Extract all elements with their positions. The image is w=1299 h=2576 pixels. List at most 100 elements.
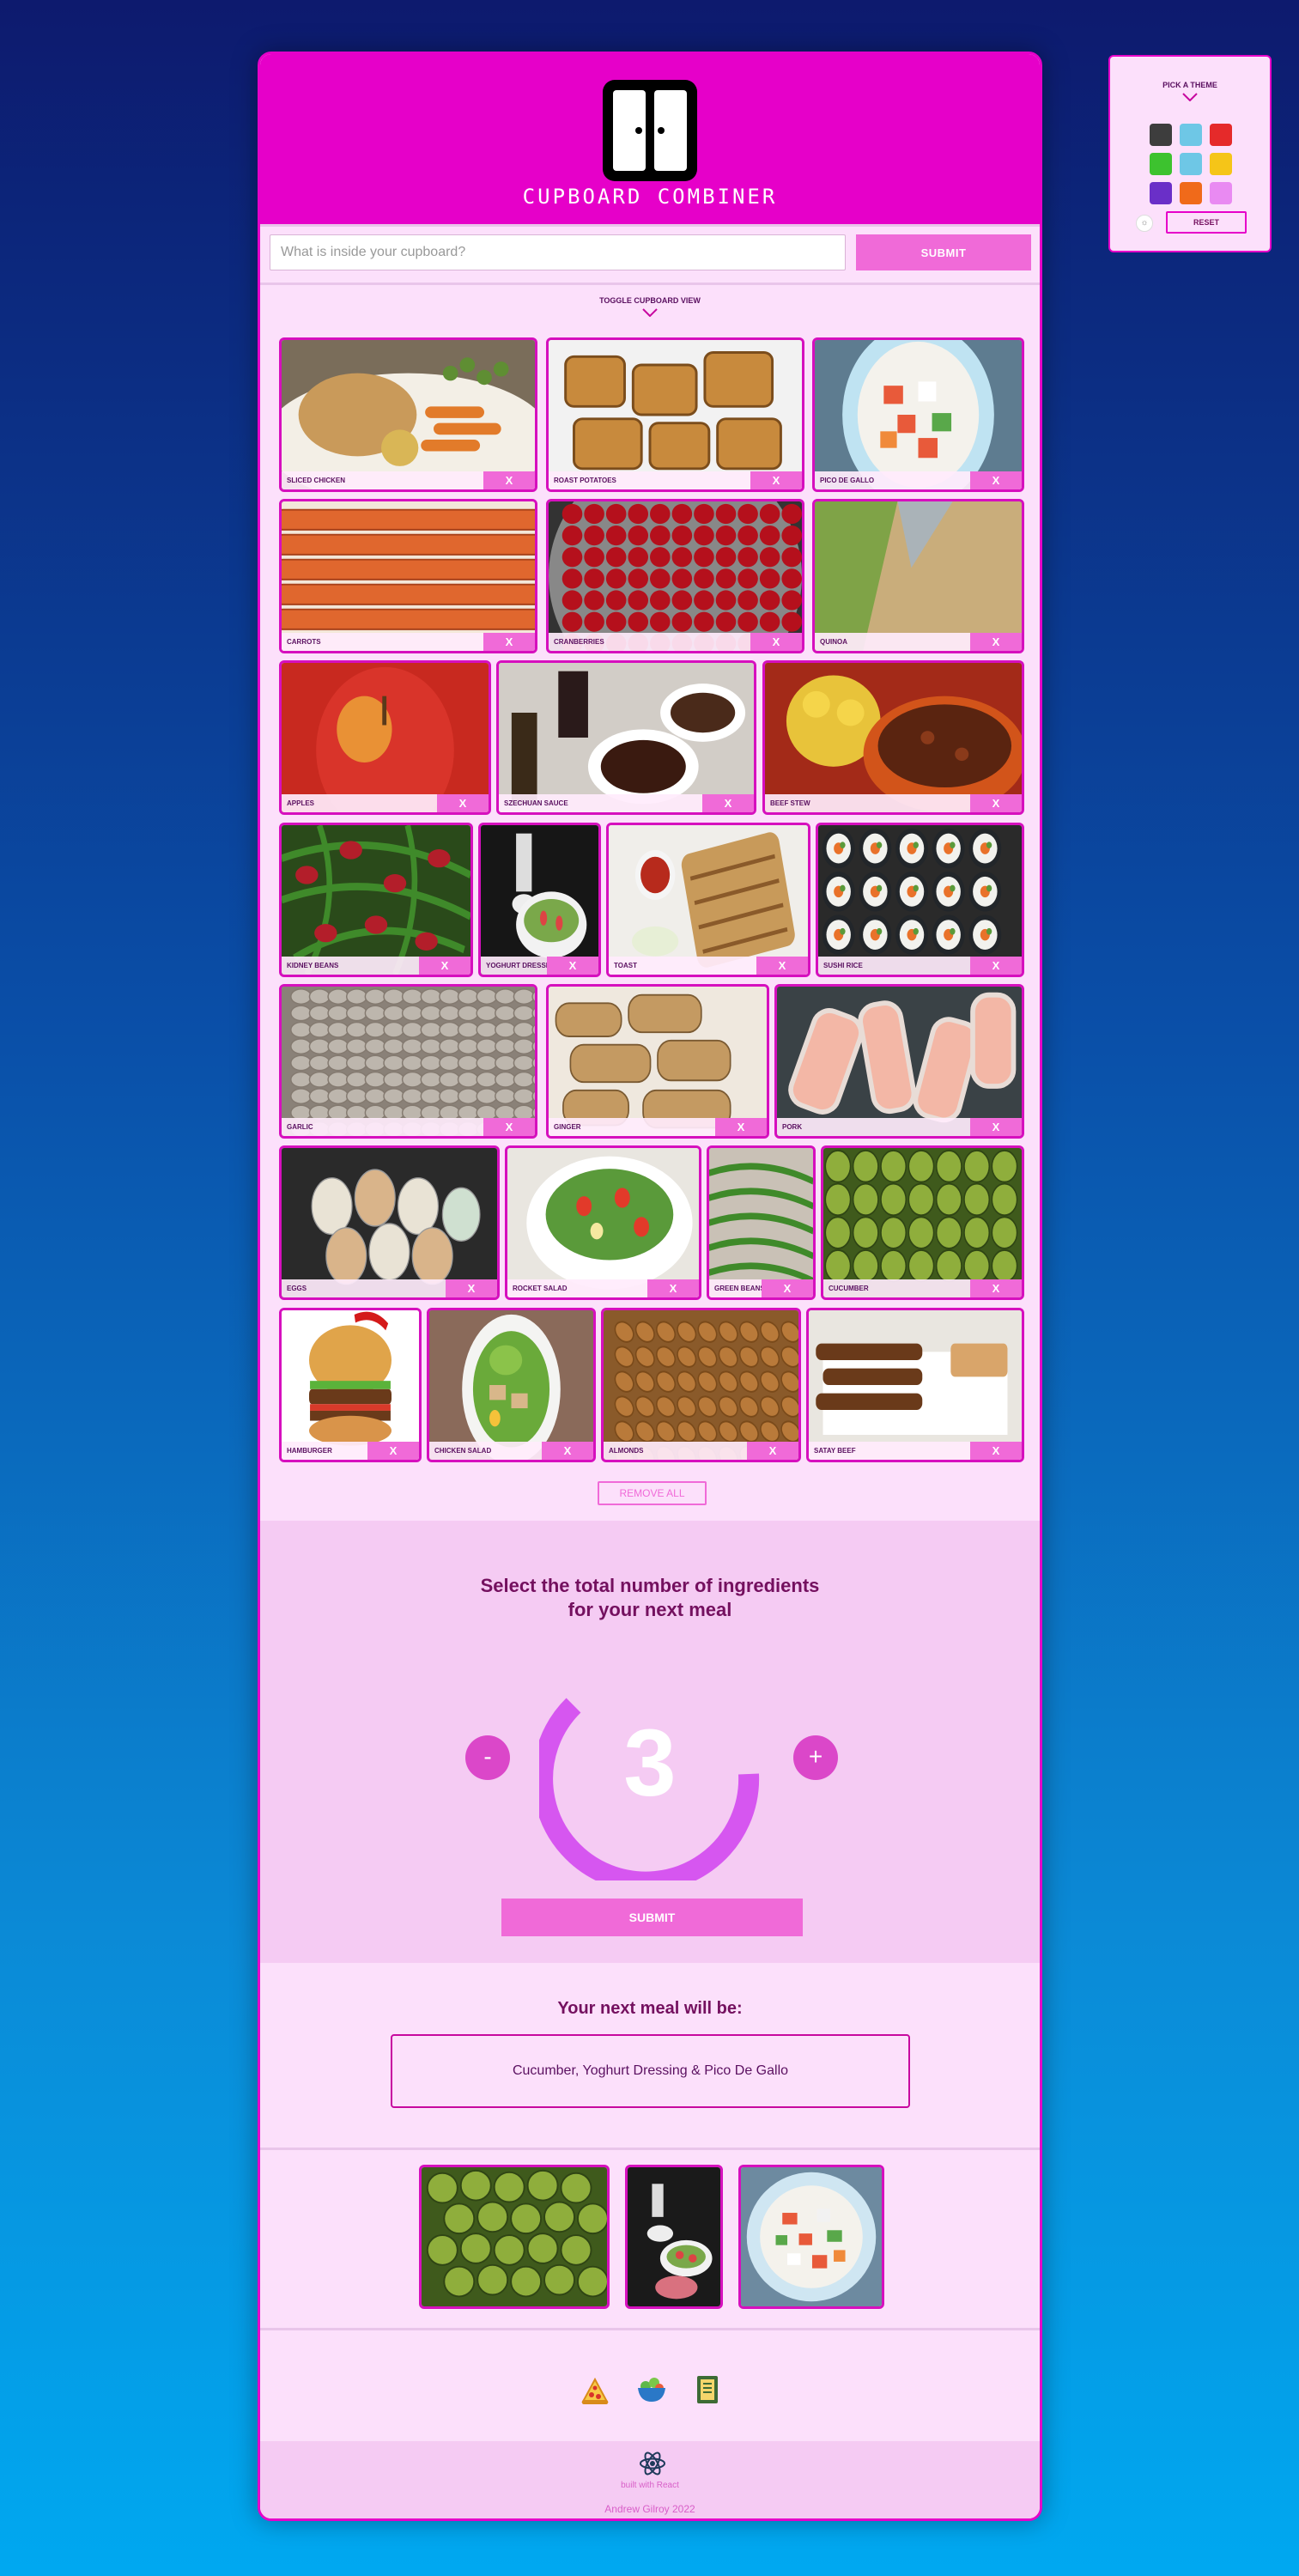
- ingredient-card: GREEN BEANS X: [707, 1145, 816, 1300]
- ingredient-image: [481, 825, 598, 975]
- ingredient-card: SATAY BEEF X: [806, 1308, 1024, 1462]
- search-input[interactable]: [270, 234, 846, 270]
- ingredient-card: CHICKEN SALAD X: [427, 1308, 596, 1462]
- app-container: CUPBOARD COMBINER SUBMIT TOGGLE CUPBOARD…: [258, 52, 1042, 2521]
- remove-ingredient-button[interactable]: X: [756, 957, 808, 975]
- author-credit: Andrew Gilroy 2022: [604, 2503, 695, 2515]
- ingredient-card: KIDNEY BEANS X: [279, 823, 473, 977]
- cupboard-logo-icon: [603, 80, 697, 181]
- remove-ingredient-button[interactable]: X: [762, 1279, 813, 1297]
- count-submit-button[interactable]: SUBMIT: [501, 1899, 803, 1936]
- ingredient-image: [604, 1310, 798, 1460]
- remove-ingredient-button[interactable]: X: [647, 1279, 699, 1297]
- ingredient-image: [507, 1148, 699, 1297]
- theme-title: PICK A THEME: [1110, 81, 1270, 101]
- ingredient-card: PORK X: [774, 984, 1024, 1139]
- remove-ingredient-button[interactable]: X: [483, 1118, 535, 1136]
- remove-ingredient-button[interactable]: X: [419, 957, 470, 975]
- remove-ingredient-button[interactable]: X: [970, 957, 1022, 975]
- ingredient-card: TOAST X: [606, 823, 810, 977]
- theme-swatch[interactable]: [1180, 153, 1202, 175]
- ingredient-image: [823, 1148, 1022, 1297]
- ingredient-image: [709, 1148, 813, 1297]
- theme-swatch[interactable]: [1210, 153, 1232, 175]
- result-image-yoghurt-dressing: [625, 2165, 723, 2309]
- ingredient-card: PICO DE GALLO X: [812, 337, 1024, 492]
- salad-bowl-icon[interactable]: [635, 2374, 668, 2405]
- remove-ingredient-button[interactable]: X: [970, 1442, 1022, 1460]
- meal-result: Cucumber, Yoghurt Dressing & Pico De Gal…: [391, 2034, 910, 2108]
- ingredient-image: [282, 987, 535, 1136]
- remove-ingredient-button[interactable]: X: [542, 1442, 593, 1460]
- ingredient-card: HAMBURGER X: [279, 1308, 422, 1462]
- ingredient-image: [282, 663, 489, 812]
- theme-title-label: PICK A THEME: [1162, 81, 1217, 89]
- theme-swatch[interactable]: [1210, 182, 1232, 204]
- remove-ingredient-button[interactable]: X: [702, 794, 754, 812]
- ingredient-card: BEEF STEW X: [762, 660, 1024, 815]
- ingredient-image: [282, 1310, 419, 1460]
- remove-ingredient-button[interactable]: X: [970, 794, 1022, 812]
- divider: [260, 283, 1040, 285]
- remove-ingredient-button[interactable]: X: [750, 471, 802, 489]
- remove-ingredient-button[interactable]: X: [747, 1442, 798, 1460]
- ingredient-image: [282, 1148, 497, 1297]
- app-title: CUPBOARD COMBINER: [522, 185, 778, 209]
- toggle-label: TOGGLE CUPBOARD VIEW: [599, 296, 701, 305]
- remove-ingredient-button[interactable]: X: [970, 471, 1022, 489]
- chevron-down-icon: [642, 308, 658, 317]
- remove-ingredient-button[interactable]: X: [437, 794, 489, 812]
- ingredient-image: [609, 825, 808, 975]
- ingredient-card: SZECHUAN SAUCE X: [496, 660, 756, 815]
- divider: [260, 2148, 1040, 2150]
- theme-swatch[interactable]: [1180, 124, 1202, 146]
- result-image-cucumber: [419, 2165, 610, 2309]
- remove-ingredient-button[interactable]: X: [483, 633, 535, 651]
- ingredient-image: [499, 663, 754, 812]
- ingredient-count-section: Select the total number of ingredients f…: [260, 1521, 1040, 1963]
- remove-ingredient-button[interactable]: X: [547, 957, 598, 975]
- ingredient-image: [429, 1310, 593, 1460]
- ingredient-image: [549, 501, 802, 651]
- theme-swatch[interactable]: [1150, 182, 1172, 204]
- ingredient-card: EGGS X: [279, 1145, 500, 1300]
- select-title-line: for your next meal: [568, 1599, 732, 1620]
- toggle-cupboard-view[interactable]: TOGGLE CUPBOARD VIEW: [260, 296, 1040, 317]
- remove-ingredient-button[interactable]: X: [970, 1118, 1022, 1136]
- ingredient-card: GINGER X: [546, 984, 769, 1139]
- ingredient-image: [765, 663, 1022, 812]
- ingredient-card: CUCUMBER X: [821, 1145, 1024, 1300]
- built-with-text: built with React: [621, 2481, 679, 2490]
- recipe-book-icon[interactable]: [695, 2374, 720, 2405]
- theme-swatch[interactable]: [1180, 182, 1202, 204]
- select-title: Select the total number of ingredients f…: [260, 1574, 1040, 1622]
- theme-swatch[interactable]: [1150, 124, 1172, 146]
- theme-picker: PICK A THEME ☼ RESET: [1108, 55, 1272, 252]
- ingredient-card: QUINOA X: [812, 499, 1024, 653]
- ingredient-card: APPLES X: [279, 660, 491, 815]
- ingredient-card: GARLIC X: [279, 984, 537, 1139]
- theme-swatch[interactable]: [1210, 124, 1232, 146]
- remove-ingredient-button[interactable]: X: [367, 1442, 419, 1460]
- ingredient-count: 3: [623, 1710, 677, 1816]
- remove-ingredient-button[interactable]: X: [750, 633, 802, 651]
- pizza-icon[interactable]: [580, 2376, 610, 2405]
- header: CUPBOARD COMBINER: [260, 54, 1040, 224]
- chevron-down-icon[interactable]: [1182, 93, 1198, 101]
- divider: [260, 2328, 1040, 2330]
- remove-ingredient-button[interactable]: X: [446, 1279, 497, 1297]
- search-submit-button[interactable]: SUBMIT: [856, 234, 1031, 270]
- theme-reset-button[interactable]: RESET: [1166, 211, 1247, 234]
- remove-all-button[interactable]: REMOVE ALL: [598, 1481, 707, 1505]
- footer: built with React Andrew Gilroy 2022: [260, 2441, 1040, 2518]
- ingredient-image: [815, 340, 1022, 489]
- remove-ingredient-button[interactable]: X: [483, 471, 535, 489]
- ingredient-card: YOGHURT DRESSING X: [478, 823, 601, 977]
- remove-ingredient-button[interactable]: X: [970, 1279, 1022, 1297]
- theme-mode-icon[interactable]: ☼: [1136, 215, 1153, 232]
- remove-ingredient-button[interactable]: X: [715, 1118, 767, 1136]
- theme-swatch[interactable]: [1150, 153, 1172, 175]
- ingredient-image: [809, 1310, 1022, 1460]
- remove-ingredient-button[interactable]: X: [970, 633, 1022, 651]
- react-logo-icon: [640, 2451, 665, 2476]
